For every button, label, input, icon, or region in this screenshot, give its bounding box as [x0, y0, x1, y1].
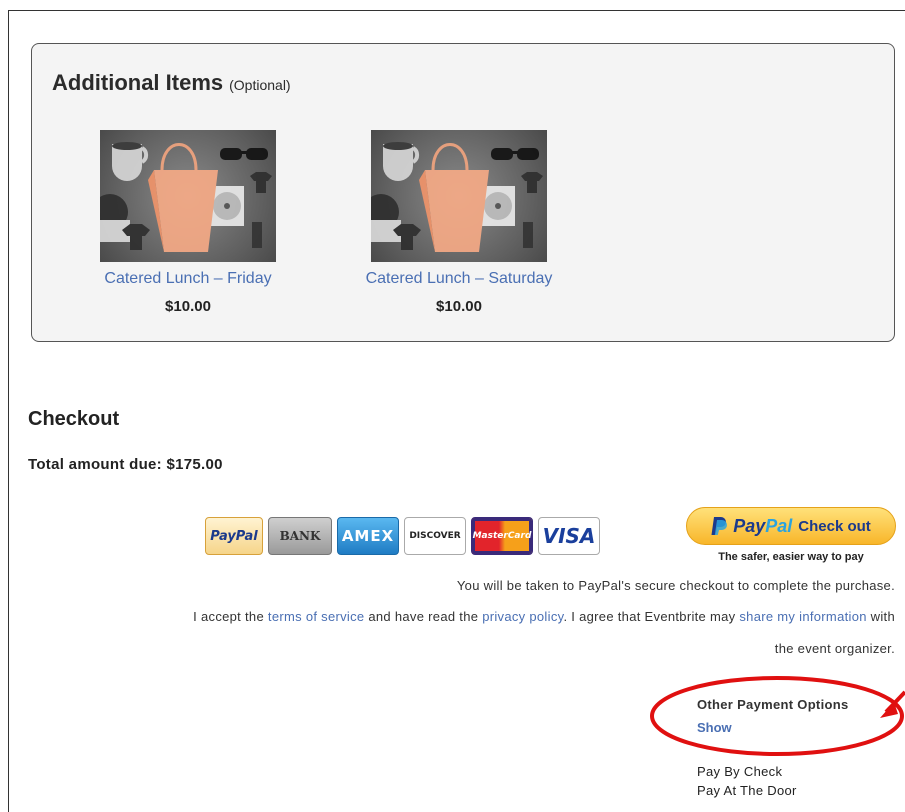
frame-left-border: [8, 10, 9, 812]
checkout-heading: Checkout: [28, 408, 120, 430]
additional-items-optional-note: (Optional): [229, 77, 291, 93]
total-amount-due: Total amount due: $175.00: [28, 456, 223, 473]
annotation-arrow-icon: [884, 690, 905, 714]
payment-method-logos: PayPal BANK AMEX DISCOVER MasterCard VIS…: [205, 517, 600, 557]
paypal-wordmark: PayPal: [733, 516, 792, 537]
addon-item-name[interactable]: Catered Lunch – Saturday: [343, 270, 575, 288]
addon-item-friday[interactable]: Catered Lunch – Friday $10.00: [72, 130, 304, 315]
additional-items-panel: Additional Items (Optional) Catered Lunc…: [31, 43, 895, 342]
shopping-bag-image[interactable]: [100, 130, 276, 262]
paypal-logo-icon: PayPal: [205, 517, 263, 555]
share-my-information-link[interactable]: share my information: [739, 609, 866, 624]
mastercard-logo-icon: MasterCard: [471, 517, 533, 555]
privacy-policy-link[interactable]: privacy policy: [482, 609, 563, 624]
pay-by-check-option: Pay By Check: [697, 764, 783, 779]
visa-logo-icon: VISA: [538, 517, 600, 555]
show-other-payment-options-link[interactable]: Show: [697, 720, 732, 735]
paypal-checkout-button[interactable]: PayPal Check out: [686, 507, 896, 545]
shopping-bag-image[interactable]: [371, 130, 547, 262]
pay-at-the-door-option: Pay At The Door: [697, 783, 797, 798]
annotation-arrowhead-icon: [880, 702, 898, 718]
terms-statement-continued: the event organizer.: [774, 641, 895, 656]
other-payment-options-heading: Other Payment Options: [697, 697, 849, 712]
addon-item-price: $10.00: [436, 298, 482, 315]
terms-of-service-link[interactable]: terms of service: [268, 609, 365, 624]
bank-logo-icon: BANK: [268, 517, 332, 555]
additional-items-title: Additional Items: [52, 70, 224, 95]
frame-top-border: [8, 10, 905, 11]
terms-text: with: [866, 609, 895, 624]
terms-statement: I accept the terms of service and have r…: [193, 609, 895, 624]
terms-text: I accept the: [193, 609, 268, 624]
terms-text: and have read the: [364, 609, 483, 624]
annotation-circle: [650, 676, 904, 756]
paypal-redirect-notice: You will be taken to PayPal's secure che…: [456, 578, 895, 593]
paypal-tagline: The safer, easier way to pay: [718, 551, 864, 563]
paypal-checkout-label: Check out: [798, 517, 871, 535]
paypal-wordmark-pal: Pal: [765, 515, 793, 536]
amex-logo-icon: AMEX: [337, 517, 399, 555]
paypal-wordmark-pay: Pay: [733, 515, 766, 536]
addon-item-saturday[interactable]: Catered Lunch – Saturday $10.00: [343, 130, 575, 315]
addon-item-price: $10.00: [165, 298, 211, 315]
additional-items-heading: Additional Items (Optional): [52, 70, 291, 96]
paypal-p-icon: [711, 517, 728, 535]
terms-text: . I agree that Eventbrite may: [563, 609, 740, 624]
discover-logo-icon: DISCOVER: [404, 517, 466, 555]
addon-item-name[interactable]: Catered Lunch – Friday: [72, 270, 304, 288]
